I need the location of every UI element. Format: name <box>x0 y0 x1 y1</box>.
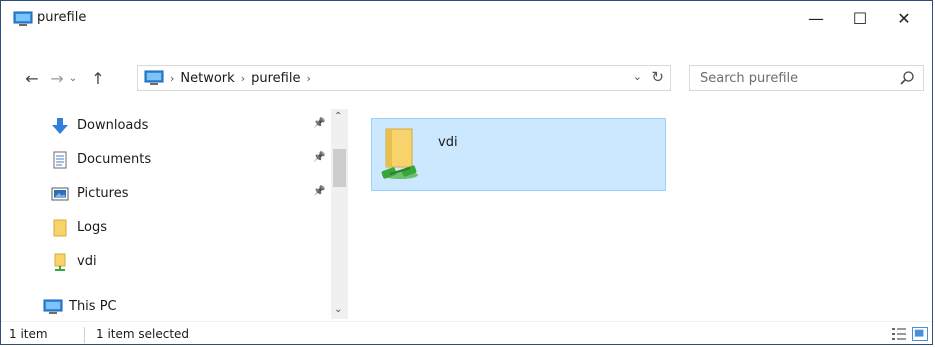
sidebar-item-documents[interactable]: Documents 📌 <box>37 146 337 174</box>
sidebar-item-pictures[interactable]: Pictures 📌 <box>37 180 337 208</box>
status-divider <box>84 327 85 343</box>
selection-count: 1 item selected <box>96 327 190 341</box>
up-button[interactable]: ↑ <box>87 67 109 89</box>
explorer-window: purefile — ☐ ✕ ← → ⌄ ↑ › Network › puref… <box>0 0 933 345</box>
maximize-button[interactable]: ☐ <box>837 1 883 35</box>
navigation-row: ← → ⌄ ↑ › Network › purefile › ⌄ ↻ Searc… <box>1 63 932 93</box>
navigation-pane-scrollbar[interactable]: ⌃ ⌄ <box>331 109 348 319</box>
pin-icon[interactable]: 📌 <box>313 118 325 129</box>
download-icon <box>52 118 68 134</box>
item-count: 1 item <box>9 327 48 341</box>
details-view-icon[interactable] <box>891 327 907 341</box>
file-name: vdi <box>438 135 458 150</box>
recent-locations-button[interactable]: ⌄ <box>66 67 80 89</box>
forward-button[interactable]: → <box>46 67 68 89</box>
search-input[interactable]: Search purefile <box>689 65 924 91</box>
documents-icon <box>53 151 67 169</box>
breadcrumb-separator[interactable]: › <box>306 72 310 85</box>
close-button[interactable]: ✕ <box>881 1 927 35</box>
pictures-icon <box>51 187 69 201</box>
scroll-down-button[interactable]: ⌄ <box>334 304 342 315</box>
computer-icon <box>13 11 33 26</box>
sidebar-item-logs[interactable]: Logs <box>37 214 337 242</box>
sidebar-item-label: vdi <box>77 254 97 269</box>
sidebar-item-vdi[interactable]: vdi <box>37 248 337 276</box>
sidebar-item-downloads[interactable]: Downloads 📌 <box>37 112 337 140</box>
pin-icon[interactable]: 📌 <box>313 186 325 197</box>
pin-icon[interactable]: 📌 <box>313 152 325 163</box>
refresh-button[interactable]: ↻ <box>651 68 664 86</box>
sidebar-item-label: Documents <box>77 152 152 167</box>
sidebar-item-label: This PC <box>69 299 117 314</box>
scroll-up-button[interactable]: ⌃ <box>334 111 342 122</box>
back-button[interactable]: ← <box>21 67 43 89</box>
file-list: vdi <box>351 109 932 319</box>
navigation-pane: Downloads 📌 Documents 📌 Pictures 📌 Logs … <box>1 109 349 317</box>
sidebar-item-label: Pictures <box>77 186 129 201</box>
address-dropdown-button[interactable]: ⌄ <box>633 70 642 83</box>
search-icon[interactable] <box>899 70 915 86</box>
breadcrumb: › Network › purefile › <box>170 71 311 86</box>
list-item[interactable]: vdi <box>371 118 666 191</box>
title-bar: purefile — ☐ ✕ <box>1 1 932 35</box>
sidebar-item-label: Logs <box>77 220 107 235</box>
search-placeholder: Search purefile <box>700 71 799 86</box>
minimize-button[interactable]: — <box>793 1 839 35</box>
breadcrumb-separator[interactable]: › <box>241 72 245 85</box>
folder-icon <box>53 219 67 237</box>
breadcrumb-purefile[interactable]: purefile <box>251 71 300 86</box>
sidebar-item-label: Downloads <box>77 118 149 133</box>
status-bar: 1 item 1 item selected <box>1 321 932 347</box>
sidebar-item-this-pc[interactable]: This PC <box>29 293 329 321</box>
window-title: purefile <box>37 10 87 25</box>
network-folder-icon <box>54 253 66 271</box>
scrollbar-thumb[interactable] <box>333 149 346 187</box>
address-bar[interactable]: › Network › purefile › ⌄ ↻ <box>137 65 671 91</box>
breadcrumb-separator[interactable]: › <box>170 72 174 85</box>
this-pc-icon <box>43 299 63 314</box>
breadcrumb-network[interactable]: Network <box>180 71 234 86</box>
network-share-folder-icon <box>381 128 418 179</box>
computer-icon <box>144 70 164 85</box>
large-icons-view-icon[interactable] <box>912 327 928 341</box>
